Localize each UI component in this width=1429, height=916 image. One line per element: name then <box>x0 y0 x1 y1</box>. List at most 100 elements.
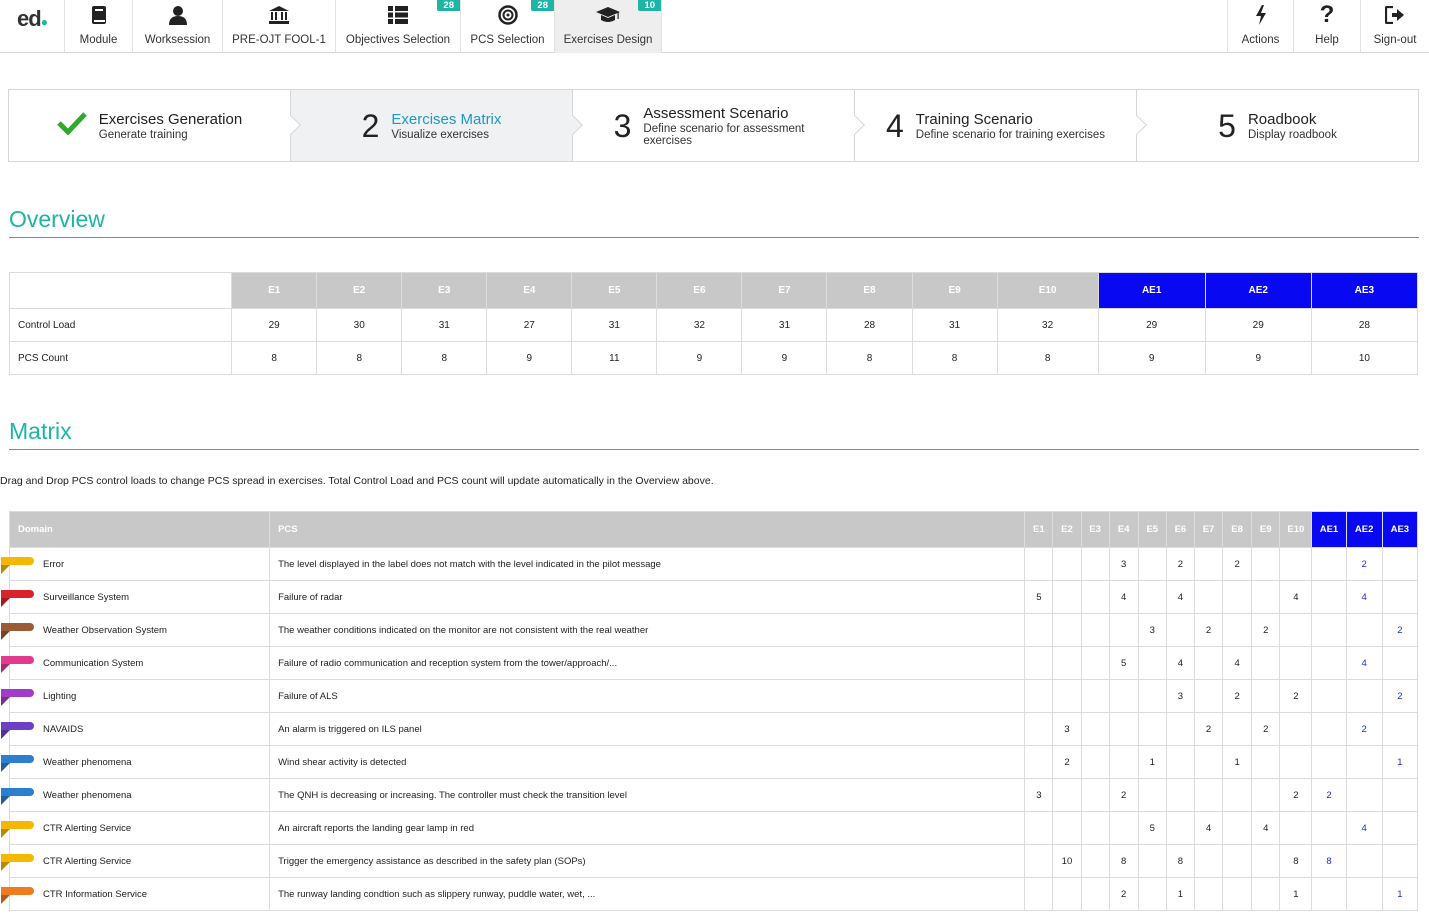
control-load-draggable[interactable]: 2 <box>1345 547 1383 581</box>
nav-pre-ojt[interactable]: PRE-OJT FOOL-1 <box>223 0 336 53</box>
control-load-draggable[interactable]: 4 <box>1165 646 1195 680</box>
control-load-draggable[interactable]: 3 <box>1052 712 1082 746</box>
overview-cell: 28 <box>826 308 913 342</box>
control-load-draggable[interactable]: 4 <box>1279 580 1313 614</box>
step-roadbook[interactable]: 5 Roadbook Display roadbook <box>1137 90 1418 161</box>
control-load-draggable[interactable]: 3 <box>1108 547 1139 581</box>
control-load-draggable[interactable]: 1 <box>1381 877 1419 911</box>
control-load-draggable[interactable]: 2 <box>1108 877 1139 911</box>
control-load-draggable[interactable]: 4 <box>1345 580 1383 614</box>
control-load-draggable[interactable]: 4 <box>1345 811 1383 845</box>
control-load-draggable[interactable]: 3 <box>1024 778 1054 812</box>
control-load-draggable[interactable]: 2 <box>1279 679 1313 713</box>
control-load-draggable[interactable]: 4 <box>1345 646 1383 680</box>
matrix-divider <box>9 449 1419 450</box>
control-load-draggable[interactable]: 5 <box>1024 580 1054 614</box>
matrix-col-e7: E7 <box>1193 511 1224 548</box>
control-load-draggable[interactable]: 2 <box>1108 778 1139 812</box>
step-training-scenario[interactable]: 4 Training Scenario Define scenario for … <box>855 90 1147 161</box>
overview-heading: Overview <box>9 206 105 232</box>
control-load-draggable[interactable]: 1 <box>1137 745 1167 779</box>
domain-color-flag-icon <box>1 722 34 730</box>
matrix-instructions: Drag and Drop PCS control loads to chang… <box>0 475 714 487</box>
control-load-draggable[interactable]: 4 <box>1251 811 1281 845</box>
nav-worksession[interactable]: Worksession <box>133 0 223 53</box>
overview-col-ae2: AE2 <box>1204 272 1312 309</box>
control-load-draggable[interactable]: 2 <box>1345 712 1383 746</box>
wizard-stepper: Exercises Generation Generate training 2… <box>8 89 1419 162</box>
control-load-draggable[interactable]: 5 <box>1137 811 1167 845</box>
control-load-draggable[interactable]: 2 <box>1381 679 1419 713</box>
control-load-draggable[interactable]: 2 <box>1052 745 1082 779</box>
domain-color-flag-icon <box>1 656 34 664</box>
matrix-empty-cell <box>1052 679 1082 713</box>
control-load-draggable[interactable]: 1 <box>1222 745 1253 779</box>
control-load-draggable[interactable]: 4 <box>1193 811 1224 845</box>
domain-color-flag-icon <box>1 887 34 895</box>
nav-pcs-selection[interactable]: 28 PCS Selection <box>461 0 555 53</box>
matrix-empty-cell <box>1080 877 1110 911</box>
matrix-empty-cell <box>1381 547 1419 581</box>
control-load-draggable[interactable]: 3 <box>1137 613 1167 647</box>
nav-module[interactable]: Module <box>65 0 133 53</box>
matrix-pcs-cell: Failure of radio communication and recep… <box>269 646 1026 680</box>
matrix-col-ae2: AE2 <box>1345 511 1383 548</box>
matrix-row: CTR Alerting Service Trigger the emergenc… <box>1 844 1419 878</box>
matrix-empty-cell <box>1080 580 1110 614</box>
control-load-draggable[interactable]: 8 <box>1311 844 1347 878</box>
step-title: Roadbook <box>1247 110 1317 128</box>
nav-objectives-selection[interactable]: 28 Objectives Selection <box>336 0 461 53</box>
matrix-empty-cell <box>1381 580 1419 614</box>
nav-exercises-design[interactable]: 10 Exercises Design <box>555 0 662 53</box>
control-load-draggable[interactable]: 2 <box>1222 547 1253 581</box>
step-subtitle: Generate training <box>98 128 188 141</box>
control-load-draggable[interactable]: 4 <box>1108 580 1139 614</box>
matrix-empty-cell <box>1108 745 1139 779</box>
overview-col-e9: E9 <box>911 272 998 309</box>
matrix-empty-cell <box>1052 811 1082 845</box>
control-load-draggable[interactable]: 1 <box>1279 877 1313 911</box>
matrix-domain-label: NAVAIDS <box>43 723 84 735</box>
control-load-draggable[interactable]: 2 <box>1222 679 1253 713</box>
control-load-draggable[interactable]: 1 <box>1165 877 1195 911</box>
control-load-draggable[interactable]: 2 <box>1251 613 1281 647</box>
control-load-draggable[interactable]: 2 <box>1279 778 1313 812</box>
control-load-draggable[interactable]: 4 <box>1165 580 1195 614</box>
control-load-draggable[interactable]: 2 <box>1311 778 1347 812</box>
matrix-empty-cell <box>1080 646 1110 680</box>
control-load-draggable[interactable]: 2 <box>1251 712 1281 746</box>
matrix-empty-cell <box>1108 712 1139 746</box>
control-load-draggable[interactable]: 8 <box>1165 844 1195 878</box>
overview-cell: 8 <box>996 341 1099 375</box>
matrix-empty-cell <box>1311 877 1347 911</box>
nav-actions[interactable]: Actions <box>1227 0 1294 53</box>
overview-cell: 30 <box>316 308 403 342</box>
app-logo[interactable]: ed● <box>0 0 65 53</box>
matrix-header-pcs[interactable]: PCS <box>269 511 1026 548</box>
matrix-header-domain[interactable]: Domain <box>8 511 271 548</box>
control-load-draggable[interactable]: 5 <box>1108 646 1139 680</box>
control-load-draggable[interactable]: 2 <box>1381 613 1419 647</box>
nav-sign-out[interactable]: Sign-out <box>1361 0 1429 53</box>
matrix-domain-cell: CTR Information Service <box>1 877 271 911</box>
overview-cell: 8 <box>231 341 318 375</box>
matrix-row: CTR Alerting Service An aircraft reports … <box>1 811 1419 845</box>
step-exercises-generation[interactable]: Exercises Generation Generate training <box>9 90 301 161</box>
matrix-row: Weather phenomena The QNH is decreasing o… <box>1 778 1419 812</box>
step-assessment-scenario[interactable]: 3 Assessment Scenario Define scenario fo… <box>573 90 865 161</box>
control-load-draggable[interactable]: 2 <box>1193 613 1224 647</box>
control-load-draggable[interactable]: 4 <box>1222 646 1253 680</box>
matrix-empty-cell <box>1279 613 1313 647</box>
overview-cell: 8 <box>401 341 488 375</box>
nav-help[interactable]: ? Help <box>1294 0 1361 53</box>
control-load-draggable[interactable]: 10 <box>1052 844 1082 878</box>
control-load-draggable[interactable]: 2 <box>1193 712 1224 746</box>
step-subtitle: Visualize exercises <box>391 128 489 141</box>
matrix-empty-cell <box>1222 844 1253 878</box>
control-load-draggable[interactable]: 2 <box>1165 547 1195 581</box>
control-load-draggable[interactable]: 1 <box>1381 745 1419 779</box>
control-load-draggable[interactable]: 8 <box>1108 844 1139 878</box>
step-exercises-matrix[interactable]: 2 Exercises Matrix Visualize exercises <box>291 90 583 161</box>
control-load-draggable[interactable]: 8 <box>1279 844 1313 878</box>
control-load-draggable[interactable]: 3 <box>1165 679 1195 713</box>
